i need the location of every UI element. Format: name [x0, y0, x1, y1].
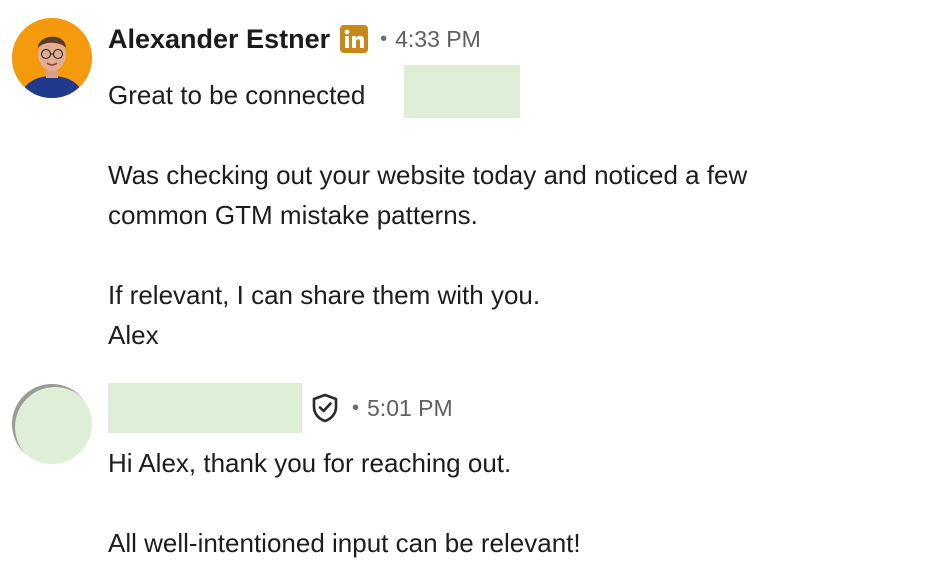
message-text-line: Great to be connected [108, 80, 366, 110]
message-text-line: Was checking out your website today and … [108, 160, 748, 190]
message-timestamp: 5:01 PM [367, 394, 453, 421]
message-text-line: common GTM mistake patterns. [108, 200, 478, 230]
sender-avatar[interactable] [12, 18, 92, 98]
redacted-avatar[interactable] [12, 384, 92, 464]
shield-check-icon [310, 393, 340, 423]
message-header: Alexander Estner • 4:33 PM [108, 20, 481, 58]
message-signature: Alex [108, 320, 159, 350]
separator-dot: • [352, 396, 360, 419]
message-text-line: Hi Alex, thank you for reaching out. [108, 448, 512, 478]
message-text-line: All well-intentioned input can be releva… [108, 528, 581, 558]
separator-dot: • [380, 27, 388, 50]
redacted-sender-name[interactable] [108, 383, 302, 433]
message-header: • 5:01 PM [108, 383, 453, 433]
sender-name[interactable]: Alexander Estner [108, 24, 330, 55]
message-text-line: If relevant, I can share them with you. [108, 280, 541, 310]
redacted-recipient-name [404, 65, 520, 118]
message-timestamp: 4:33 PM [395, 25, 481, 52]
person-photo-icon [12, 18, 92, 98]
linkedin-icon [340, 25, 369, 53]
